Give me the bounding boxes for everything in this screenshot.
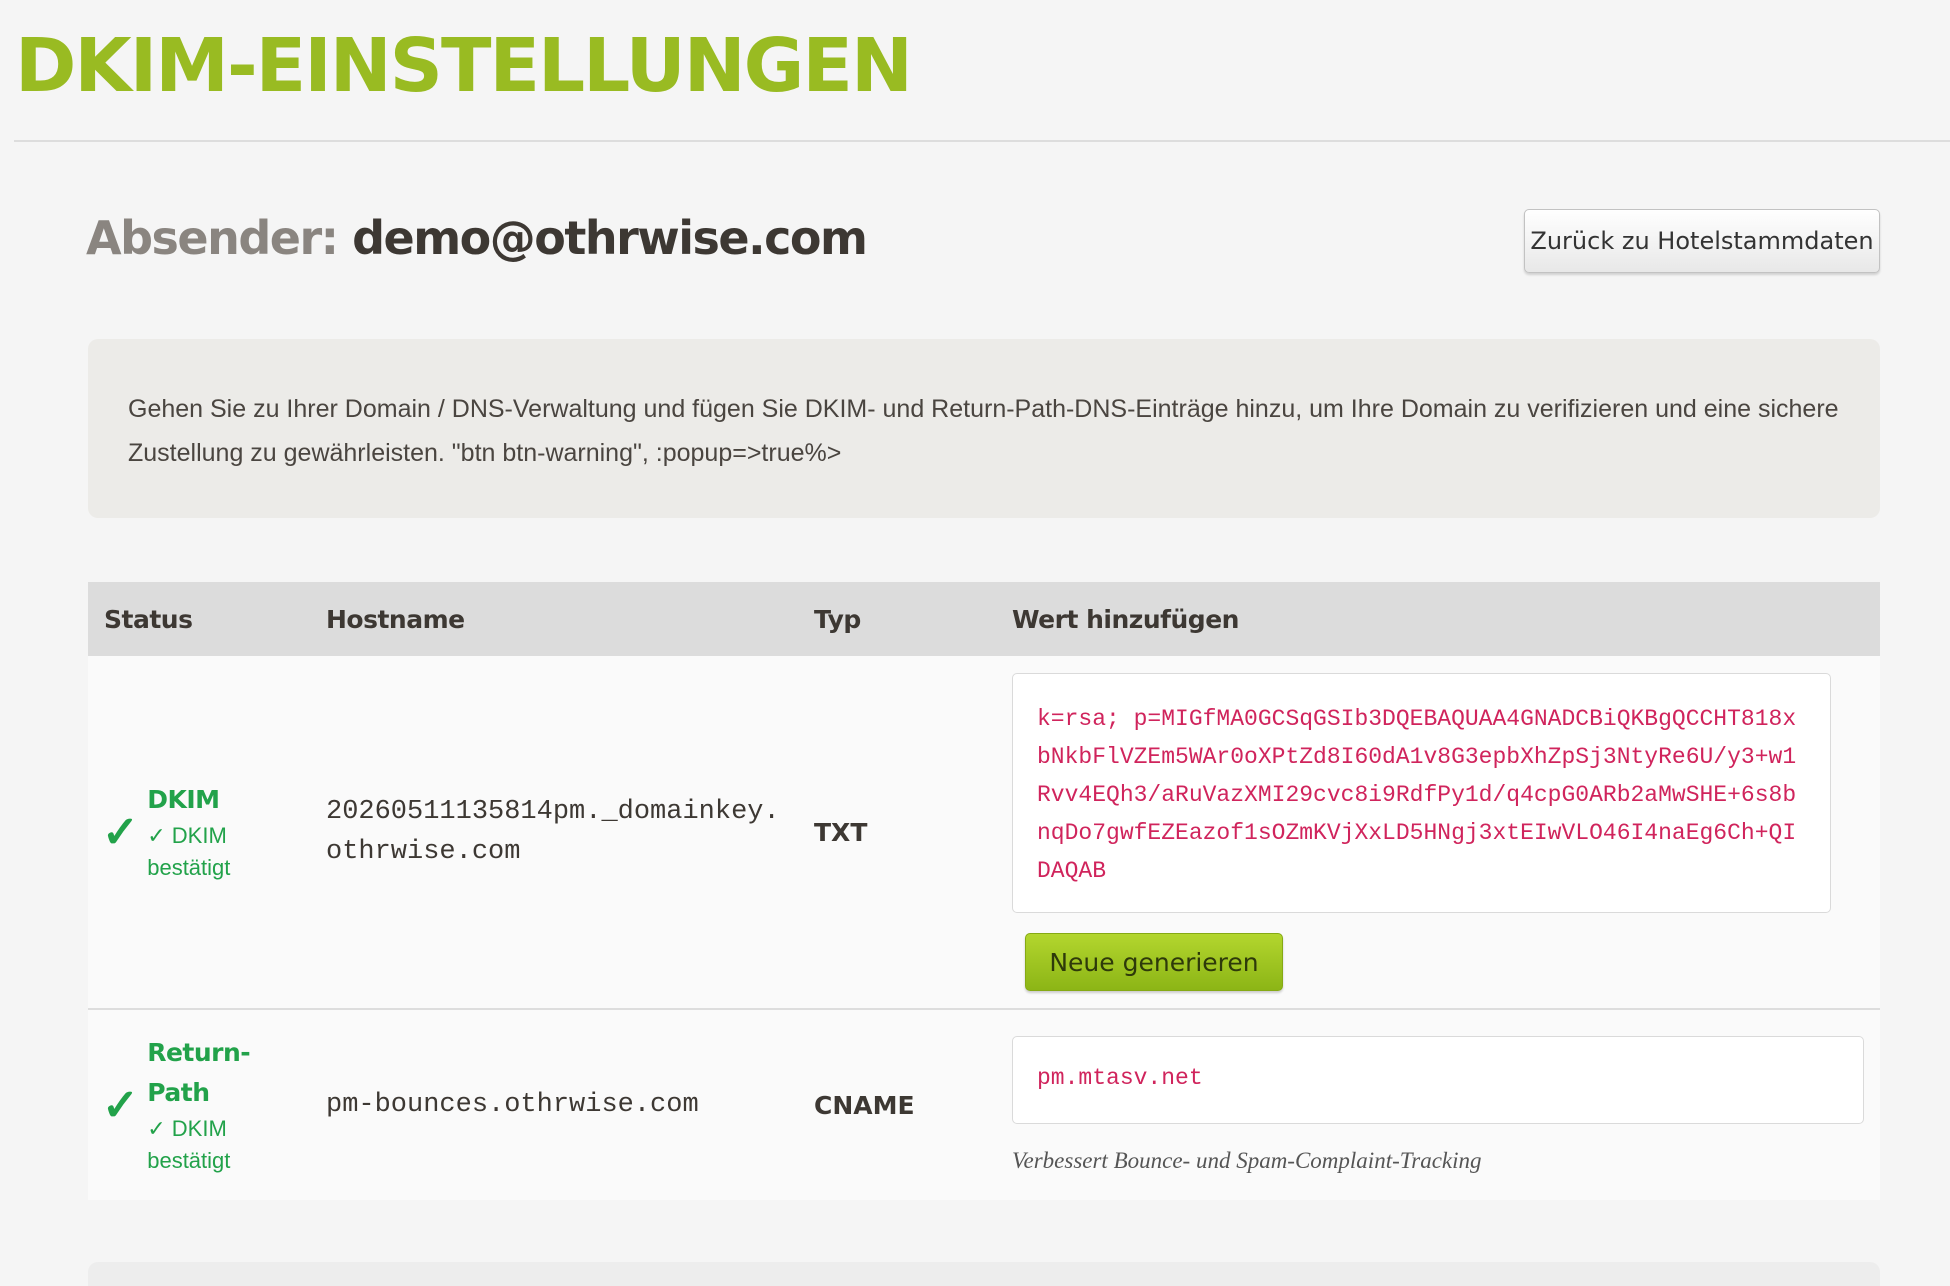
status-name: DKIM [147,785,220,814]
header-value: Wert hinzufügen [996,582,1880,656]
dns-records-table: Status Hostname Typ Wert hinzufügen ✓ DK… [88,582,1880,1200]
value-cell: pm.mtasv.net Verbessert Bounce- und Spam… [996,1009,1880,1200]
regenerate-button[interactable]: Neue generieren [1025,933,1283,991]
page-title: DKIM-EINSTELLUNGEN [15,23,913,109]
check-icon: ✓ [102,1080,139,1130]
type-cell: CNAME [798,1009,996,1200]
table-header-row: Status Hostname Typ Wert hinzufügen [88,582,1880,656]
page: DKIM-EINSTELLUNGEN Absender: demo@othrwi… [0,0,1950,1286]
type-cell: TXT [798,656,996,1010]
hostname-cell: 20260511135814pm._domainkey.othrwise.com [310,656,798,1010]
table-row-return-path: ✓ Return-Path ✓ DKIM bestätigt pm-bounce… [88,1009,1880,1200]
header-type: Typ [798,582,996,656]
sender-label: Absender: [86,211,339,265]
hostname-cell: pm-bounces.othrwise.com [310,1009,798,1200]
status-confirmed: ✓ DKIM bestätigt [147,823,231,880]
hostname: pm-bounces.othrwise.com [326,1090,699,1120]
sender-email: demo@othrwise.com [352,211,868,265]
status-name: Return-Path [147,1038,251,1107]
header-status: Status [88,582,310,656]
status-confirmed: ✓ DKIM bestätigt [147,1116,231,1173]
record-type: CNAME [814,1090,915,1120]
value-hint: Verbessert Bounce- und Spam-Complaint-Tr… [1012,1148,1482,1173]
hostname: 20260511135814pm._domainkey.othrwise.com [326,797,780,867]
back-to-hotel-data-button[interactable]: Zurück zu Hotelstammdaten [1524,209,1880,273]
return-path-value-field[interactable]: pm.mtasv.net [1012,1036,1864,1124]
value-cell: k=rsa; p=MIGfMA0GCSqGSIb3DQEBAQUAA4GNADC… [996,656,1880,1010]
sender-heading: Absender: demo@othrwise.com [86,206,868,270]
status-cell: ✓ Return-Path ✓ DKIM bestätigt [88,1009,310,1200]
table-row-dkim: ✓ DKIM ✓ DKIM bestätigt 20260511135814pm… [88,656,1880,1010]
check-icon: ✓ [102,807,139,857]
info-box: Gehen Sie zu Ihrer Domain / DNS-Verwaltu… [88,339,1880,518]
title-divider [14,140,1950,142]
header-hostname: Hostname [310,582,798,656]
next-section-panel [88,1262,1880,1286]
info-text: Gehen Sie zu Ihrer Domain / DNS-Verwaltu… [128,395,1839,467]
dkim-value-field[interactable]: k=rsa; p=MIGfMA0GCSqGSIb3DQEBAQUAA4GNADC… [1012,673,1831,913]
record-type: TXT [814,817,868,847]
status-cell: ✓ DKIM ✓ DKIM bestätigt [88,656,310,1010]
